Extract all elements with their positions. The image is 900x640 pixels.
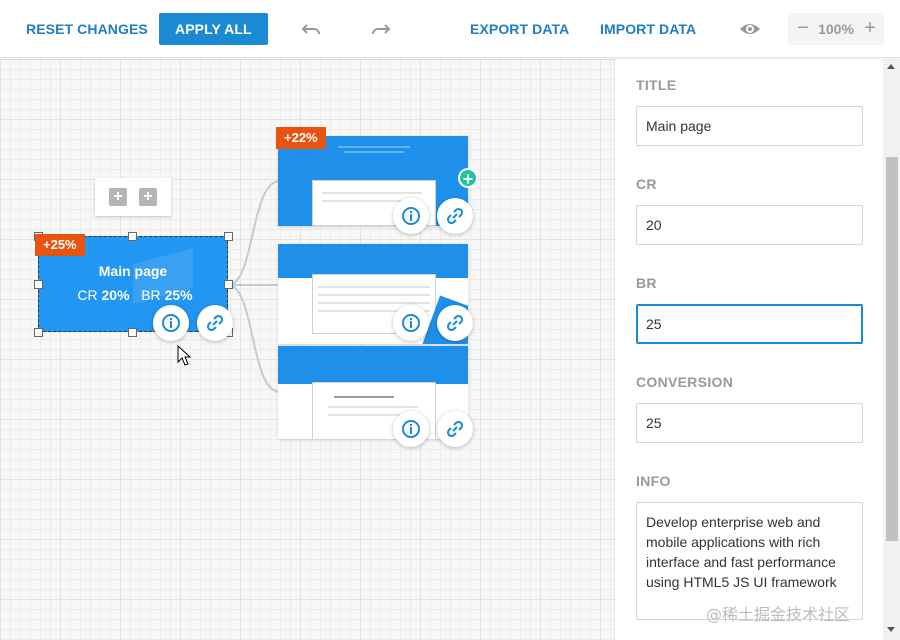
info-label: INFO [636, 473, 671, 489]
reset-changes-button[interactable]: RESET CHANGES [26, 13, 148, 45]
link-icon [446, 207, 464, 225]
resize-handle[interactable] [224, 232, 233, 241]
redo-icon[interactable] [366, 15, 394, 43]
zoom-control: − 100% + [788, 13, 884, 45]
resize-handle[interactable] [224, 280, 233, 289]
br-field[interactable]: 25 [636, 304, 863, 344]
scrollbar-thumb[interactable] [886, 157, 898, 541]
mouse-cursor-icon [177, 345, 192, 366]
cr-field[interactable]: 20 [636, 205, 863, 245]
add-node-button[interactable]: + [109, 188, 127, 206]
resize-handle[interactable] [34, 328, 43, 337]
info-button[interactable] [153, 305, 189, 341]
link-button[interactable] [437, 305, 473, 341]
add-shape-box: + + [95, 178, 171, 216]
br-label: BR [636, 275, 657, 291]
add-node-button[interactable]: + [139, 188, 157, 206]
eye-icon[interactable] [736, 15, 764, 43]
title-field[interactable]: Main page [636, 106, 863, 146]
link-icon [446, 420, 464, 438]
zoom-out-button[interactable]: − [791, 17, 815, 41]
title-label: TITLE [636, 77, 677, 93]
undo-icon[interactable] [298, 15, 326, 43]
add-child-button[interactable]: + [458, 168, 478, 189]
zoom-level: 100% [818, 21, 854, 37]
link-button[interactable] [197, 305, 233, 341]
link-button[interactable] [437, 198, 473, 234]
info-icon [402, 314, 420, 332]
zoom-in-button[interactable]: + [858, 17, 882, 41]
info-button[interactable] [393, 305, 429, 341]
info-button[interactable] [393, 411, 429, 447]
child-node-badge: +22% [276, 127, 326, 149]
apply-all-button[interactable]: APPLY ALL [159, 13, 268, 45]
info-button[interactable] [393, 198, 429, 234]
conversion-label: CONVERSION [636, 374, 734, 390]
diagram-canvas[interactable]: + + Main page CR 20% BR 25% +25% +22% + [0, 59, 614, 640]
link-icon [446, 314, 464, 332]
scroll-down-icon[interactable] [887, 627, 895, 632]
link-button[interactable] [437, 411, 473, 447]
resize-handle[interactable] [128, 232, 137, 241]
watermark: @稀土掘金技术社区 [706, 605, 851, 624]
toolbar: RESET CHANGES APPLY ALL EXPORT DATA IMPO… [0, 0, 900, 58]
cr-label: CR [636, 176, 657, 192]
main-node-badge: +25% [35, 234, 85, 256]
resize-handle[interactable] [128, 328, 137, 337]
link-icon [206, 314, 224, 332]
info-icon [402, 207, 420, 225]
info-icon [162, 314, 180, 332]
scroll-up-icon[interactable] [887, 64, 895, 69]
properties-panel: TITLE Main page CR 20 BR 25 CONVERSION 2… [614, 59, 900, 640]
resize-handle[interactable] [34, 280, 43, 289]
import-data-button[interactable]: IMPORT DATA [600, 13, 696, 45]
export-data-button[interactable]: EXPORT DATA [470, 13, 569, 45]
info-icon [402, 420, 420, 438]
conversion-field[interactable]: 25 [636, 403, 863, 443]
